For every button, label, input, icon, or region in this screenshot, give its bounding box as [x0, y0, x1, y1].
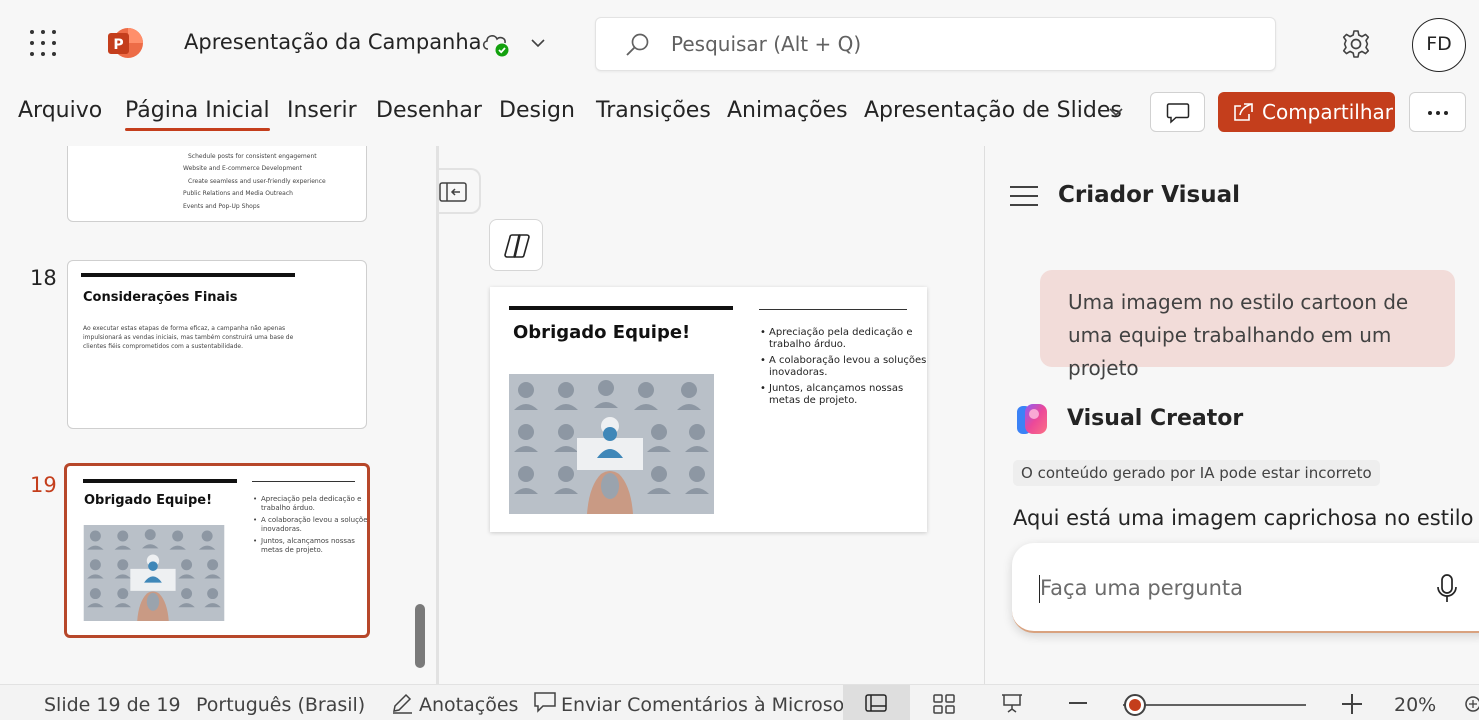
pane-divider[interactable]: [436, 146, 439, 684]
search-placeholder: Pesquisar (Alt + Q): [671, 32, 862, 56]
visual-creator-pane: Criador Visual Uma imagem no estilo cart…: [985, 146, 1479, 684]
presenter-view-icon[interactable]: [1001, 693, 1023, 713]
thumb-text-line: Schedule posts for consistent engagement: [188, 153, 317, 160]
tab-design[interactable]: Design: [499, 98, 575, 123]
ai-disclaimer-badge: O conteúdo gerado por IA pode estar inco…: [1013, 460, 1380, 486]
thumb-text-line: impulsionará as vendas iniciais, mas tam…: [83, 334, 294, 341]
assistant-reply: Aqui está uma imagem caprichosa no estil…: [1013, 506, 1479, 530]
status-bar: Slide 19 de 19 Português (Brasil) Anotaç…: [0, 684, 1479, 720]
normal-view-button[interactable]: [843, 685, 910, 720]
pencil-icon[interactable]: [390, 691, 414, 715]
tab-desenhar[interactable]: Desenhar: [376, 98, 482, 123]
zoom-out-icon[interactable]: [1069, 702, 1087, 704]
puzzle-team-image[interactable]: [508, 374, 715, 514]
search-box[interactable]: Pesquisar (Alt + Q): [595, 17, 1276, 71]
svg-text:P: P: [113, 37, 123, 53]
collapse-pane-icon: [439, 182, 467, 202]
title-bar-decoration: [81, 273, 295, 277]
thumb-text-line: Public Relations and Media Outreach: [183, 190, 293, 197]
tab-arquivo[interactable]: Arquivo: [18, 98, 102, 123]
slide-number: 18: [30, 266, 57, 290]
slide-bullet[interactable]: inovadoras.: [769, 367, 827, 379]
current-slide[interactable]: Obrigado Equipe! • Apreciação pela dedic…: [490, 287, 927, 532]
thumb-bullet: Apreciação pela dedicação e: [261, 495, 362, 503]
zoom-slider-track[interactable]: [1123, 704, 1306, 706]
title-bar: P Apresentação da Campanha Pesquisar (Al…: [0, 0, 1479, 86]
powerpoint-logo-icon[interactable]: P: [106, 26, 144, 60]
slide-thumbnail-18[interactable]: Considerações Finais Ao executar estas e…: [67, 260, 367, 429]
chevron-down-icon[interactable]: [528, 34, 548, 52]
thumb-text-line: Ao executar estas etapas de forma eficaz…: [83, 325, 286, 332]
thumb-text-line: Create seamless and user-friendly experi…: [188, 178, 326, 185]
app-launcher-icon[interactable]: [30, 30, 56, 56]
thumb-bullet: Juntos, alcançamos nossas: [261, 537, 355, 545]
notes-button[interactable]: Anotações: [419, 694, 518, 716]
comments-button[interactable]: [1150, 92, 1205, 132]
slide-bullet[interactable]: Apreciação pela dedicação e: [769, 327, 912, 339]
language-button[interactable]: Português (Brasil): [196, 694, 365, 716]
gear-icon[interactable]: [1340, 28, 1372, 60]
microphone-icon[interactable]: [1434, 573, 1460, 605]
avatar[interactable]: FD: [1412, 18, 1466, 72]
thumb-text-line: clientes fiéis comprometidos com a suste…: [83, 343, 244, 350]
thumb-bullet: trabalho árduo.: [261, 504, 315, 512]
slide-number: 19: [30, 473, 57, 497]
feedback-button[interactable]: Enviar Comentários à Microsoft: [561, 694, 858, 716]
slide-bullet[interactable]: A colaboração levou a soluções: [769, 355, 926, 367]
slide-thumbnail-pane[interactable]: Schedule posts for consistent engagement…: [0, 146, 436, 684]
prompt-input-box[interactable]: Faça uma pergunta: [1012, 543, 1479, 633]
divider-line: [759, 309, 907, 310]
zoom-level[interactable]: 20%: [1394, 694, 1436, 716]
puzzle-team-image: [83, 525, 225, 621]
more-options-button[interactable]: [1409, 92, 1466, 132]
tab-transicoes[interactable]: Transições: [596, 98, 711, 123]
tab-animacoes[interactable]: Animações: [727, 98, 848, 123]
thumb-text-line: Events and Pop-Up Shops: [183, 203, 260, 210]
comment-icon: [1166, 103, 1190, 124]
search-icon: [626, 33, 649, 56]
normal-view-icon: [865, 694, 887, 712]
share-icon: [1234, 103, 1253, 121]
tab-inserir[interactable]: Inserir: [287, 98, 357, 123]
document-title[interactable]: Apresentação da Campanha: [184, 30, 482, 54]
chevron-down-icon[interactable]: [1106, 104, 1126, 120]
thumbnail-scrollbar[interactable]: [415, 604, 425, 668]
slide-bullet[interactable]: metas de projeto.: [769, 395, 857, 407]
zoom-slider-handle[interactable]: [1124, 694, 1146, 716]
thumb-bullet: metas de projeto.: [261, 546, 323, 554]
slide-position: Slide 19 de 19: [44, 694, 181, 716]
visual-creator-logo-icon: [1017, 404, 1047, 434]
panel-title: Criador Visual: [1058, 182, 1240, 208]
copilot-button[interactable]: [489, 219, 543, 271]
cloud-saved-icon[interactable]: [480, 30, 512, 58]
title-bar-decoration: [83, 479, 237, 483]
slide-sorter-icon[interactable]: [933, 694, 955, 714]
thumb-bullet: A colaboração levou a soluções: [261, 516, 370, 524]
collapse-thumbnails-button[interactable]: [439, 168, 481, 214]
zoom-in-icon[interactable]: [1342, 694, 1362, 714]
thumb-bullet: inovadoras.: [261, 525, 302, 533]
slide-thumbnail-17[interactable]: Schedule posts for consistent engagement…: [67, 146, 367, 222]
slide-title[interactable]: Obrigado Equipe!: [513, 322, 690, 343]
slide-bullet[interactable]: Juntos, alcançamos nossas: [769, 383, 903, 395]
tab-pagina-inicial[interactable]: Página Inicial: [125, 98, 270, 131]
feedback-icon[interactable]: [533, 691, 557, 713]
user-message: Uma imagem no estilo cartoon de uma equi…: [1040, 270, 1455, 380]
share-label: Compartilhar: [1262, 100, 1393, 124]
fit-to-window-icon[interactable]: [1463, 693, 1479, 715]
copilot-icon: [504, 234, 530, 258]
thumb-slide-title: Considerações Finais: [83, 290, 238, 305]
tab-apresentacao-de-slides[interactable]: Apresentação de Slides: [864, 98, 1122, 123]
share-button[interactable]: Compartilhar: [1218, 92, 1395, 132]
slide-bullet[interactable]: trabalho árduo.: [769, 339, 846, 351]
user-message-text: Uma imagem no estilo cartoon de uma equi…: [1068, 290, 1409, 380]
thumb-slide-title: Obrigado Equipe!: [84, 493, 213, 508]
hamburger-menu-icon[interactable]: [1010, 186, 1038, 206]
divider-line: [252, 481, 355, 482]
slide-thumbnail-19[interactable]: Obrigado Equipe! • Apreciação pela dedic…: [64, 463, 370, 638]
thumb-text-line: Website and E-commerce Development: [183, 165, 302, 172]
title-bar-decoration: [509, 306, 733, 310]
assistant-name: Visual Creator: [1067, 406, 1244, 431]
prompt-input[interactable]: Faça uma pergunta: [1040, 576, 1243, 600]
